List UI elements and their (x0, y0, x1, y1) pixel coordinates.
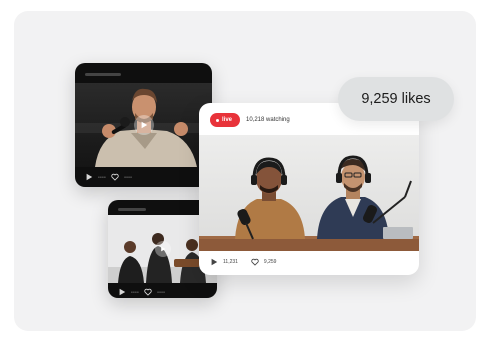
play-icon (86, 173, 93, 181)
like-count: 9,259 (263, 259, 277, 265)
heart-icon[interactable] (251, 258, 259, 266)
play-icon (211, 258, 218, 266)
plays-placeholder: ●●●● (131, 290, 140, 294)
plays-placeholder: ●●●● (98, 175, 107, 179)
play-count: 11,231 (223, 259, 238, 265)
play-icon (119, 288, 126, 296)
live-stream-card[interactable]: live 10,218 watching 11,231 9,259 (199, 103, 419, 275)
likes-placeholder: ●●●● (124, 175, 133, 179)
play-icon (160, 246, 165, 252)
heart-icon[interactable] (111, 173, 119, 181)
play-button[interactable] (154, 241, 171, 257)
card-stats: ●●●● ●●●● (85, 173, 202, 181)
video-thumbnail-singer[interactable] (75, 83, 212, 167)
play-button[interactable] (133, 115, 154, 135)
podcast-illustration (199, 135, 419, 251)
heart-icon[interactable] (144, 288, 152, 296)
likes-placeholder: ●●●● (157, 290, 166, 294)
card-stats: ●●●● ●●●● (118, 288, 207, 296)
video-card-singer[interactable]: ●●●● ●●●● (75, 63, 212, 187)
watching-count: 10,218 watching (246, 117, 290, 123)
live-label: live (222, 117, 233, 123)
live-badge: live (210, 113, 241, 127)
play-icon (141, 121, 147, 129)
live-stats: 11,231 9,259 (210, 258, 284, 266)
live-dot-icon (216, 118, 219, 122)
title-placeholder-bar (85, 73, 121, 76)
title-placeholder-bar (118, 208, 146, 211)
likes-pill: 9,259 likes (338, 77, 454, 121)
likes-pill-text: 9,259 likes (361, 91, 431, 107)
live-video-podcast[interactable] (199, 135, 419, 251)
